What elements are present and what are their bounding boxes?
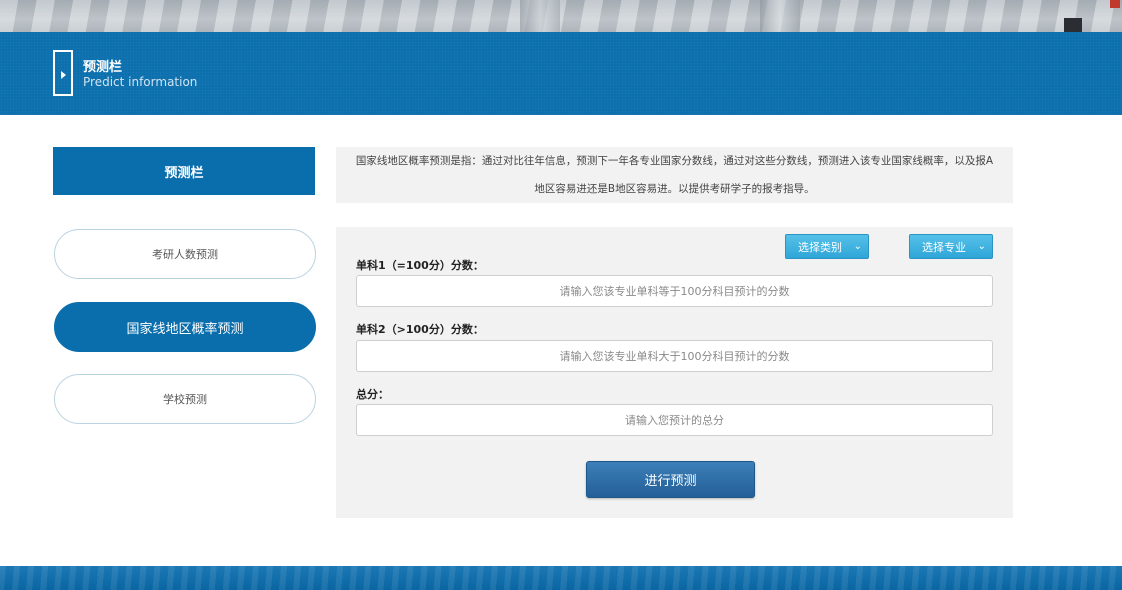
single-subject-1-input[interactable] <box>356 275 993 307</box>
header-photo <box>0 0 1122 32</box>
select-category-label: 选择类别 <box>798 240 842 254</box>
chevron-down-icon: ⌄ <box>977 241 986 252</box>
single-subject-2-label: 单科2（>100分）分数： <box>356 323 484 336</box>
sidebar-item-applicant-count[interactable]: 考研人数预测 <box>54 229 316 279</box>
photo-detail <box>1110 0 1120 8</box>
banner-title: 预测栏 <box>83 60 123 75</box>
select-major-dropdown[interactable]: 选择专业 ⌄ <box>909 234 993 259</box>
total-score-label: 总分： <box>356 388 389 401</box>
prediction-form: 选择类别 ⌄ 选择专业 ⌄ 单科1（=100分）分数： 单科2（>100分）分数… <box>336 227 1013 518</box>
total-score-input[interactable] <box>356 404 993 436</box>
chevron-down-icon: ⌄ <box>853 241 862 252</box>
prediction-description: 国家线地区概率预测是指：通过对比往年信息，预测下一年各专业国家分数线，通过对这些… <box>336 147 1013 203</box>
single-subject-1-label: 单科1（=100分）分数： <box>356 259 484 272</box>
description-line: 国家线地区概率预测是指：通过对比往年信息，预测下一年各专业国家分数线，通过对这些… <box>355 155 994 167</box>
sidebar-header: 预测栏 <box>53 147 315 195</box>
sidebar-item-national-line-probability[interactable]: 国家线地区概率预测 <box>54 302 316 352</box>
sidebar-item-school-prediction[interactable]: 学校预测 <box>54 374 316 424</box>
description-line: 地区容易进还是B地区容易进。以提供考研学子的报考指导。 <box>534 183 815 195</box>
single-subject-2-input[interactable] <box>356 340 993 372</box>
section-banner: 预测栏 Predict information <box>0 32 1122 115</box>
photo-detail <box>1064 18 1082 32</box>
photo-pillar <box>760 0 800 32</box>
predict-button[interactable]: 进行预测 <box>586 461 755 498</box>
footer-banner <box>0 566 1122 590</box>
door-arrow-icon <box>53 50 73 96</box>
select-major-label: 选择专业 <box>922 240 966 254</box>
select-category-dropdown[interactable]: 选择类别 ⌄ <box>785 234 869 259</box>
banner-subtitle: Predict information <box>83 75 198 89</box>
photo-pillar <box>520 0 560 32</box>
